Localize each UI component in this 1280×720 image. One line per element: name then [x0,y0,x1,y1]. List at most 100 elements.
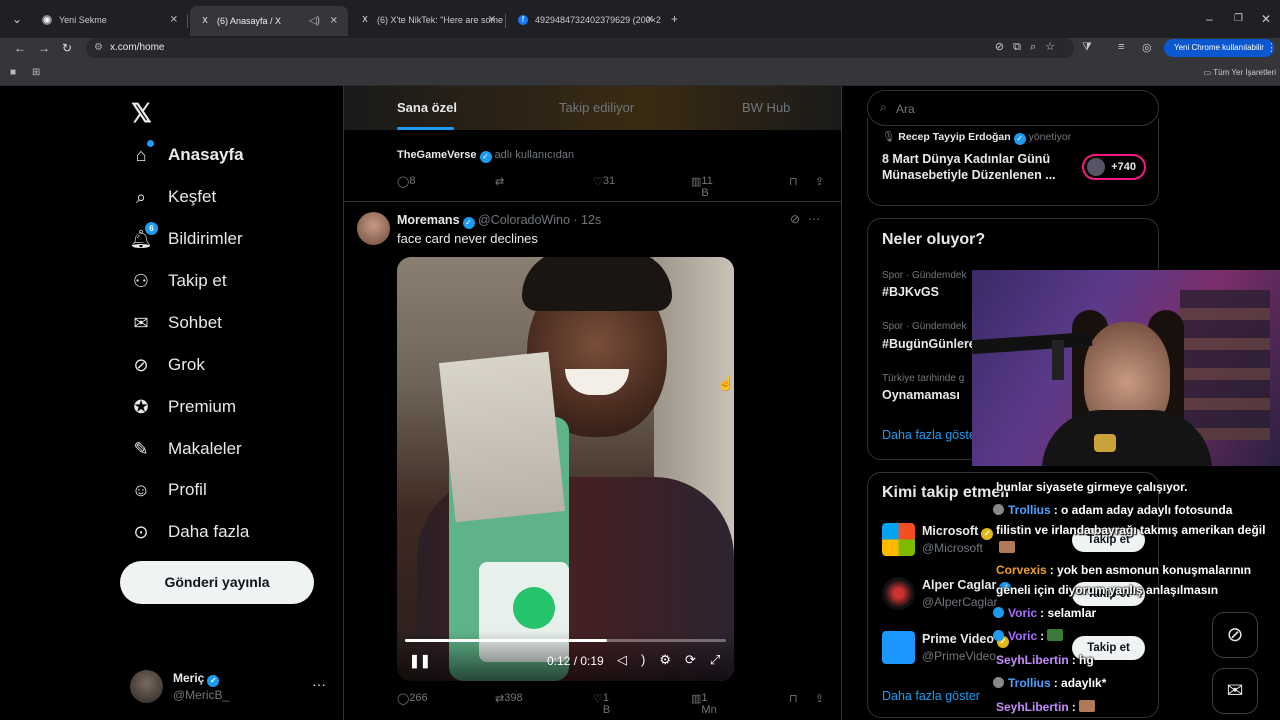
tab-new-tab[interactable]: ◉ Yeni Sekme ✕ [32,8,188,32]
tweet-header-icons[interactable]: ⊘⋯ [790,212,828,226]
tweet-author[interactable]: Moremans [397,213,460,227]
nav-more[interactable]: ⊙ Daha fazla [130,521,249,543]
tab-title: (6) Anasayfa / X [217,16,282,26]
trend-category: Türkiye tarihinde g [882,373,965,384]
speaker-icon[interactable]: ◁) [309,16,320,27]
search-icon: ⌕ [880,100,887,114]
tab-bw-hub[interactable]: BW Hub [742,100,790,115]
chat-message: Trollius: adaylık* [993,676,1106,690]
share-icon[interactable]: ⇪ [815,692,824,705]
bookmark-icon[interactable]: ⊓ [789,692,798,705]
all-bookmarks-label: Tüm Yer İşaretleri [1213,68,1276,77]
chrome-update-button[interactable]: Yeni Chrome kullanılabilir [1164,39,1274,57]
mail-icon: ✉ [133,312,149,333]
like-button[interactable]: ♡ 1 B [593,692,610,716]
like-button[interactable]: ♡ 31 [593,175,615,188]
views-button[interactable]: ▥ 11 B [691,175,713,199]
trend-name[interactable]: #BJKvGS [882,285,939,299]
close-icon[interactable]: ✕ [488,15,496,26]
prev-author[interactable]: TheGameVerse [397,149,477,161]
trend-name[interactable]: Oynamaması [882,388,960,402]
trend-category: Spor · Gündemdek [882,270,967,281]
video-progress-bar[interactable] [405,639,726,642]
nav-follow[interactable]: ⚇ Takip et [130,270,227,292]
close-icon[interactable]: ✕ [646,15,654,26]
x-logo-icon[interactable]: 𝕏 [131,98,152,129]
retweet-button[interactable]: ⇄ [495,175,504,188]
nav-articles[interactable]: ✎ Makaleler [130,438,241,460]
tab-following[interactable]: Takip ediliyor [559,100,634,115]
trend-name[interactable]: #BugünGünlere [882,337,976,351]
trends-show-more[interactable]: Daha fazla göste [882,428,976,442]
nav-explore[interactable]: ⌕ Keşfet [130,186,216,208]
messages-fab-icon[interactable]: ✉ [1212,668,1258,714]
feed-tabs: Sana özel Takip ediliyor BW Hub [344,86,841,130]
close-icon[interactable]: ✕ [170,15,178,26]
back-icon[interactable]: ← [14,41,26,55]
tab-x-niktek[interactable]: X (6) X'te NikTek: "Here are some ✕ [350,8,506,32]
tab-image[interactable]: f 4929484732402379629 (200×2 ✕ [508,8,664,32]
nav-grok[interactable]: ⊘ Grok [130,354,204,376]
extensions-icon[interactable]: ⧩ [1082,41,1092,54]
reply-button[interactable]: ◯ 8 [397,175,415,188]
tweet-handle[interactable]: @ColoradoWino [478,213,570,227]
nav-notifications[interactable]: 🔔︎ 6 Bildirimler [130,222,243,250]
retweet-button[interactable]: ⇄ 398 [495,692,523,705]
tweet-header: Moremans ✓ @ColoradoWino · 12s [397,213,601,229]
nav-label: Anasayfa [168,145,244,164]
nav-profile[interactable]: ☺ Profil [130,479,207,501]
new-tab-icon[interactable]: + [671,12,678,26]
reload-icon[interactable]: ↻ [62,41,72,55]
tab-x-home[interactable]: X (6) Anasayfa / X ◁) ✕ [190,6,348,36]
tweet-actions: ◯ 266 ⇄ 398 ♡ 1 B ▥ 1 Mn ⊓ ⇪ [397,692,833,716]
window-close-icon[interactable]: ✕ [1261,12,1271,26]
tab-for-you[interactable]: Sana özel [397,100,457,115]
all-bookmarks[interactable]: ▭ Tüm Yer İşaretleri [1204,68,1276,77]
tab-search-icon[interactable]: ⌄ [12,12,22,26]
nav-label: Sohbet [168,313,222,332]
tweet-text: face card never declines [397,231,538,246]
tweet-time[interactable]: · 12s [573,213,601,227]
tweet-video[interactable]: ❚❚ 0:12 / 0:19 ◁)⚙⟳⤢ [397,257,734,681]
nav-label: Daha fazla [168,522,250,541]
pause-icon[interactable]: ❚❚ [409,653,431,669]
forward-icon[interactable]: → [38,41,50,55]
media-icon[interactable]: ≡ [1118,41,1124,53]
avatar[interactable] [357,212,390,245]
divider [344,201,841,202]
x-logo-icon: X [202,16,208,25]
browser-tab-bar: ⌄ ◉ Yeni Sekme ✕ X (6) Anasayfa / X ◁) ✕… [0,0,1280,38]
reply-button[interactable]: ◯ 266 [397,692,428,705]
site-info-icon[interactable]: ⚙ [94,42,103,53]
grok-fab-icon[interactable]: ⊘ [1212,612,1258,658]
articles-icon: ✎ [133,438,149,459]
nav-premium[interactable]: ✪ Premium [130,396,236,418]
menu-icon[interactable]: ⋮ [1266,41,1277,54]
verified-icon: ✓ [462,217,475,229]
verified-icon: ✓ [479,151,492,163]
apps-icon[interactable]: ■ [10,67,16,78]
address-bar[interactable]: ⚙ x.com/home ⊘⧉⌕☆ [86,38,1074,58]
search-placeholder: Ara [896,102,915,116]
bookmark-icon[interactable]: ⊓ [789,175,798,188]
space-title: 8 Mart Dünya Kadınlar Günü Münasebetiyle… [882,152,1056,182]
verified-icon: ✓ [1013,133,1026,145]
maximize-icon[interactable]: ❐ [1234,13,1243,24]
video-control-icons[interactable]: ◁)⚙⟳⤢ [617,652,734,668]
account-name: Meriç ✓ [173,671,220,687]
share-icon[interactable]: ⇪ [815,175,824,188]
nav-chat[interactable]: ✉ Sohbet [130,312,222,334]
chat-message: Voric: selamlar [993,606,1096,620]
nav-home[interactable]: ⌂ Anasayfa [130,140,244,166]
profile-icon[interactable]: ◎ [1142,41,1152,54]
post-button[interactable]: Gönderi yayınla [120,561,314,604]
spaces-card[interactable]: 🎙︎ Recep Tayyip Erdoğan ✓ yönetiyor 8 Mar… [867,118,1159,206]
who-to-follow-show-more[interactable]: Daha fazla göster [882,689,980,703]
close-icon[interactable]: ✕ [330,16,338,27]
views-button[interactable]: ▥ 1 Mn [691,692,717,716]
grid-icon[interactable]: ⊞ [32,67,40,78]
more-icon[interactable]: ··· [312,676,326,692]
address-bar-icons[interactable]: ⊘⧉⌕☆ [995,40,1064,54]
trends-title: Neler oluyor? [882,231,986,248]
minimize-icon[interactable]: – [1206,12,1213,26]
